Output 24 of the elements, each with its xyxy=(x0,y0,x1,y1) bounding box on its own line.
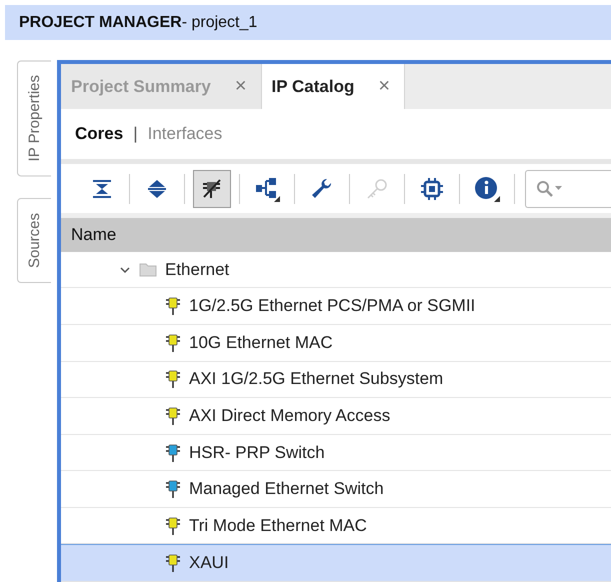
editor-tab[interactable]: Project Summary × xyxy=(61,64,262,110)
info-icon xyxy=(474,176,500,202)
close-icon[interactable]: × xyxy=(234,75,247,98)
side-tab[interactable]: Sources xyxy=(17,198,51,284)
toolbar-button[interactable] xyxy=(193,170,231,208)
ip-core-row[interactable]: AXI 1G/2.5G Ethernet Subsystem xyxy=(61,362,611,398)
chip-icon xyxy=(420,176,444,201)
editor-tab[interactable]: IP Catalog × xyxy=(262,64,406,110)
side-tab[interactable]: IP Properties xyxy=(17,60,51,176)
collapse-all-icon xyxy=(91,178,113,200)
column-header[interactable]: Name xyxy=(61,218,611,252)
view-link[interactable]: Interfaces xyxy=(148,124,222,144)
ip-core-row[interactable]: XAUI xyxy=(61,544,611,582)
view-separator: | xyxy=(133,124,138,144)
search-field[interactable] xyxy=(525,170,611,208)
key-icon xyxy=(365,176,389,201)
search-icon xyxy=(536,180,564,198)
view-link[interactable]: Cores xyxy=(75,124,124,144)
close-icon[interactable]: × xyxy=(378,75,390,98)
expand-all-icon xyxy=(146,178,168,200)
window-title: PROJECT MANAGER- project_1 xyxy=(5,5,611,40)
hierarchy-icon xyxy=(254,176,280,202)
category-label: Ethernet xyxy=(165,260,230,280)
folder-icon xyxy=(139,262,157,278)
